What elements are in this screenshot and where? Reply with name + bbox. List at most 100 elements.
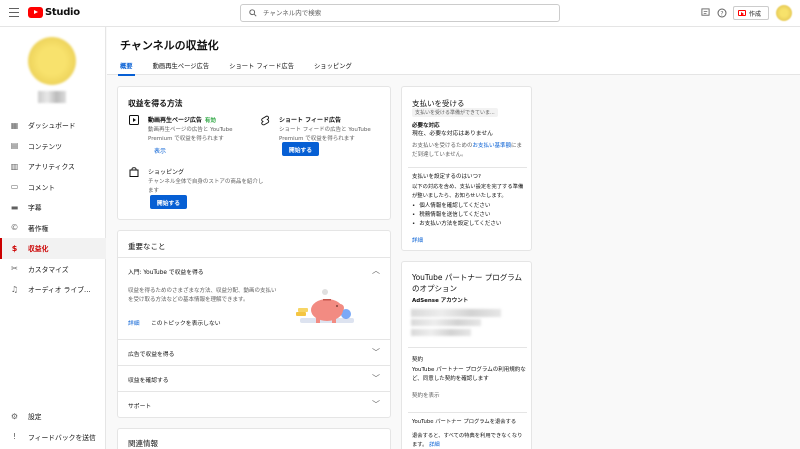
comment-icon: ▭ bbox=[10, 182, 19, 192]
video-ads-view-link[interactable]: 表示 bbox=[154, 146, 166, 155]
leave-desc: 退会すると、すべての特典を利用できなくなります。 詳細 bbox=[412, 433, 523, 448]
payment-how-title: 支払いを設定するのはいつ? bbox=[412, 174, 481, 180]
tab-3[interactable]: ショッピング bbox=[314, 59, 352, 76]
accordion-row-2[interactable]: サポート ﹀ bbox=[118, 391, 390, 418]
earn-methods-card: 収益を得る方法 動画再生ページ広告 有効 動画再生ページの広告と YouTube … bbox=[117, 86, 391, 220]
create-label: 作成 bbox=[749, 10, 762, 18]
subtitles-icon: ▬ bbox=[10, 202, 19, 212]
youtube-studio-logo[interactable]: Studio bbox=[28, 7, 80, 18]
feedback-icon: ! bbox=[12, 432, 17, 442]
settings-icon: ⚙ bbox=[10, 411, 19, 421]
page-title: チャンネルの収益化 bbox=[120, 39, 219, 52]
video-ads-method: 動画再生ページ広告 有効 動画再生ページの広告と YouTube Premium … bbox=[128, 115, 258, 143]
contract-view-link[interactable]: 契約を表示 bbox=[412, 392, 440, 401]
sidebar-item-audio-library[interactable]: ♫ オーディオ ライブ... bbox=[0, 279, 106, 300]
payment-threshold-link[interactable]: お支払い基準額 bbox=[473, 143, 512, 149]
sidebar-bottom-nav: ⚙ 設定 ! フィードバックを送信 bbox=[0, 406, 106, 447]
accordion-label: サポート bbox=[128, 404, 152, 410]
shopping-desc: チャンネル全体で自身のストアの商品を紹介します bbox=[148, 179, 264, 194]
sidebar-item-label: 収益化 bbox=[28, 245, 49, 254]
related-card: 関連情報 bbox=[117, 428, 391, 449]
tab-bar: 概要 動画再生ページ広告 ショート フィード広告 ショッピング bbox=[118, 59, 372, 76]
channel-avatar[interactable] bbox=[28, 37, 76, 85]
hamburger-menu-icon[interactable] bbox=[9, 8, 19, 18]
youtube-logo-icon bbox=[28, 7, 43, 18]
sidebar-item-label: オーディオ ライブ... bbox=[28, 286, 91, 295]
help-icon[interactable]: ? bbox=[717, 8, 727, 18]
payment-card: 支払いを受ける 支払いを受ける準備ができていま... 必要な対応 現在、必要な対… bbox=[401, 86, 532, 251]
sidebar-item-customize[interactable]: ✂ カスタマイズ bbox=[0, 259, 106, 280]
tab-0[interactable]: 概要 bbox=[118, 59, 135, 76]
create-button[interactable]: 作成 bbox=[733, 6, 769, 20]
contract-desc: YouTube パートナー プログラムの利用規約など、同意した契約を確認します bbox=[412, 367, 526, 382]
page-header: チャンネルの収益化 概要 動画再生ページ広告 ショート フィード広告 ショッピング bbox=[107, 27, 800, 76]
related-card-title: 関連情報 bbox=[128, 439, 158, 448]
video-ads-status: 有効 bbox=[204, 118, 216, 124]
video-ads-desc: 動画再生ページの広告と YouTube Premium で収益を得られます bbox=[148, 127, 233, 142]
accordion-row-1[interactable]: 収益を確認する ﹀ bbox=[118, 365, 390, 391]
chevron-down-icon: ﹀ bbox=[372, 400, 380, 409]
create-video-icon bbox=[738, 10, 746, 16]
chevron-down-icon: ﹀ bbox=[372, 374, 380, 383]
payment-status-badge: 支払いを受ける準備ができていま... bbox=[412, 108, 498, 117]
svg-text:?: ? bbox=[720, 10, 723, 17]
intro-title[interactable]: 入門: YouTube で収益を得る bbox=[128, 267, 204, 276]
sidebar-item-analytics[interactable]: ▥ アナリティクス bbox=[0, 156, 106, 177]
sidebar-nav: ▦ ダッシュボード ▤ コンテンツ ▥ アナリティクス ▭ コメント ▬ 字幕 © 著作権 $ 収益化 ✂ カ… bbox=[0, 115, 106, 300]
required-value: 現在、必要な対応はありません bbox=[412, 131, 493, 137]
video-play-icon bbox=[128, 115, 140, 127]
piggy-bank-illustration bbox=[296, 289, 354, 323]
adsense-account-blurred bbox=[411, 329, 471, 336]
sidebar-item-feedback[interactable]: ! フィードバックを送信 bbox=[0, 427, 106, 448]
dashboard-icon: ▦ bbox=[10, 120, 19, 130]
sidebar-item-label: 著作権 bbox=[28, 224, 49, 233]
search-box[interactable] bbox=[240, 4, 560, 22]
partner-divider bbox=[408, 347, 527, 348]
leave-title: YouTube パートナー プログラムを退会する bbox=[412, 419, 517, 425]
analytics-icon: ▥ bbox=[10, 161, 19, 171]
payment-step: 個人情報を確認してください bbox=[412, 202, 501, 211]
shorts-ads-method: ショート フィード広告 ショート フィードの広告と YouTube Premiu… bbox=[259, 115, 383, 143]
sidebar-item-comment[interactable]: ▭ コメント bbox=[0, 177, 106, 198]
shorts-icon bbox=[259, 115, 271, 127]
audio-library-icon: ♫ bbox=[10, 284, 19, 294]
payment-details-link[interactable]: 詳細 bbox=[412, 236, 423, 244]
sidebar-item-label: 設定 bbox=[28, 413, 42, 422]
sidebar-item-monetization[interactable]: $ 収益化 bbox=[0, 238, 106, 259]
shorts-ads-desc: ショート フィードの広告と YouTube Premium で収益を得られます bbox=[279, 127, 371, 142]
search-input[interactable] bbox=[263, 9, 543, 17]
leave-details-link[interactable]: 詳細 bbox=[429, 442, 440, 448]
chevron-up-icon[interactable]: ︿ bbox=[372, 265, 380, 276]
partner-divider bbox=[408, 412, 527, 413]
shopping-name: ショッピング bbox=[148, 169, 185, 176]
sidebar-item-settings[interactable]: ⚙ 設定 bbox=[0, 406, 106, 427]
intro-hide-link[interactable]: このトピックを表示しない bbox=[151, 318, 221, 327]
adsense-account-blurred bbox=[411, 309, 501, 317]
shorts-start-button[interactable]: 開始する bbox=[282, 142, 319, 156]
sidebar-item-label: 字幕 bbox=[28, 204, 42, 213]
payment-step: お支払い方法を設定してください bbox=[412, 220, 501, 229]
sidebar-item-label: アナリティクス bbox=[28, 163, 75, 172]
accordion-row-0[interactable]: 広告で収益を得る ﹀ bbox=[118, 339, 390, 365]
search-icon bbox=[249, 9, 257, 17]
sidebar-item-copyright[interactable]: © 著作権 bbox=[0, 218, 106, 239]
sidebar: ▦ ダッシュボード ▤ コンテンツ ▥ アナリティクス ▭ コメント ▬ 字幕 © 著作権 $ 収益化 ✂ カ… bbox=[0, 27, 106, 449]
payment-divider bbox=[408, 167, 527, 168]
sidebar-item-label: コンテンツ bbox=[28, 142, 62, 151]
sidebar-item-subtitles[interactable]: ▬ 字幕 bbox=[0, 197, 106, 218]
payment-how-desc: 以下の対応を含め、支払い設定を完了する準備が整いましたら、お知らせいたします。 bbox=[412, 184, 524, 199]
partner-card-title: YouTube パートナー プログラムのオプション bbox=[412, 273, 523, 293]
messages-icon[interactable] bbox=[700, 8, 710, 18]
tab-2[interactable]: ショート フィード広告 bbox=[229, 59, 294, 76]
important-card-title: 重要なこと bbox=[128, 242, 166, 251]
payment-threshold-info: お支払いを受けるためのお支払い基準額にまだ到達していません。 bbox=[412, 143, 523, 158]
sidebar-item-content[interactable]: ▤ コンテンツ bbox=[0, 136, 106, 157]
account-avatar[interactable] bbox=[776, 5, 792, 21]
shopping-start-button[interactable]: 開始する bbox=[150, 195, 187, 209]
sidebar-item-label: コメント bbox=[28, 183, 56, 192]
sidebar-item-label: ダッシュボード bbox=[28, 122, 76, 131]
tab-1[interactable]: 動画再生ページ広告 bbox=[153, 59, 210, 76]
sidebar-item-dashboard[interactable]: ▦ ダッシュボード bbox=[0, 115, 106, 136]
intro-details-link[interactable]: 詳細 bbox=[128, 318, 140, 327]
monetization-icon: $ bbox=[11, 243, 18, 253]
